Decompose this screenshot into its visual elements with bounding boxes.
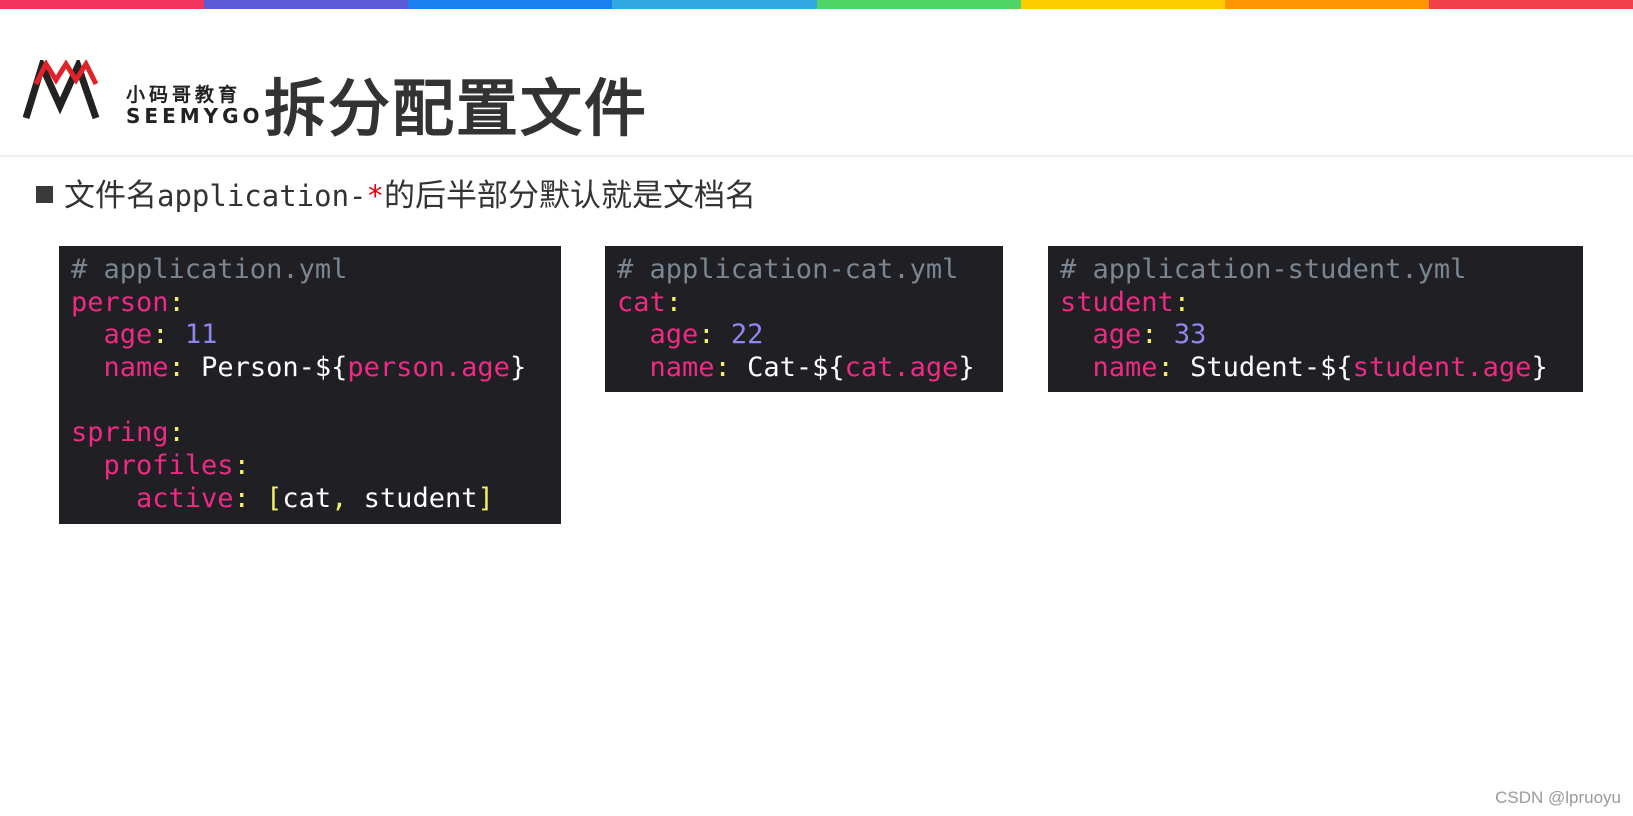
code-line: student:: [1060, 287, 1583, 320]
code-colon: :: [1141, 319, 1158, 351]
stripe-segment: [0, 0, 205, 9]
code-key: student: [1060, 286, 1174, 318]
code-variable: cat.age: [844, 352, 959, 384]
code-key: person: [71, 286, 169, 318]
code-colon: :: [1157, 352, 1174, 384]
code-line: active: [cat, student]: [71, 483, 561, 516]
code-comment: # application-cat.yml: [617, 254, 959, 285]
stripe-segment: [1224, 0, 1429, 9]
code-key: name: [1092, 352, 1158, 384]
stripe-segment: [408, 0, 613, 9]
code-colon: :: [233, 482, 250, 514]
code-key: age: [103, 319, 153, 351]
code-line: name: Person-${person.age}: [71, 352, 561, 385]
bullet-code: application-: [157, 179, 367, 213]
page-title: 拆分配置文件: [264, 72, 649, 145]
code-colon: :: [665, 286, 683, 318]
code-comment-line: # application-cat.yml: [617, 254, 1003, 287]
code-key: name: [103, 352, 169, 384]
logo-chinese-text: 小码哥教育: [126, 84, 242, 106]
code-line: person:: [71, 287, 561, 320]
logo-english-text: SEEMYGO: [126, 104, 264, 128]
code-string: Person-${: [184, 352, 348, 384]
code-comment: # application-student.yml: [1060, 254, 1467, 285]
stripe-segment: [1428, 0, 1633, 9]
code-string: Student-${: [1173, 352, 1353, 384]
code-comment: # application.yml: [71, 254, 348, 285]
code-key: spring: [71, 417, 169, 449]
code-block-application-cat-yml: # application-cat.yml cat: age: 22 name: …: [605, 246, 1003, 392]
watermark: CSDN @lpruoyu: [1495, 788, 1621, 807]
stripe-segment: [1020, 0, 1225, 9]
code-line: cat:: [617, 287, 1003, 320]
code-line: name: Cat-${cat.age}: [617, 352, 1003, 385]
code-list-item: cat: [282, 482, 332, 514]
code-string: Cat-${: [730, 352, 845, 384]
code-string: }: [958, 352, 975, 384]
header-divider: [0, 155, 1633, 157]
stripe-segment: [612, 0, 817, 9]
code-comment-line: # application-student.yml: [1060, 254, 1583, 287]
code-bracket: [: [266, 482, 283, 514]
seemygo-logo: 小码哥教育 SEEMYGO: [22, 60, 260, 128]
code-string: }: [509, 352, 527, 384]
code-colon: :: [714, 352, 731, 384]
code-key: age: [1092, 319, 1142, 351]
code-key: name: [649, 352, 715, 384]
code-bracket: ]: [477, 482, 494, 514]
code-colon: :: [1173, 286, 1191, 318]
code-colon: :: [152, 319, 169, 351]
code-colon: :: [168, 352, 185, 384]
code-variable: person.age: [347, 352, 510, 384]
bullet-prefix: 文件名: [64, 178, 157, 214]
code-key: active: [136, 482, 234, 514]
code-key: profiles: [103, 450, 234, 482]
code-block-application-yml: # application.yml person: age: 11 name: P…: [59, 246, 561, 524]
code-block-application-student-yml: # application-student.yml student: age: 3…: [1048, 246, 1583, 392]
code-variable: student.age: [1352, 352, 1532, 384]
code-string: }: [1531, 352, 1548, 384]
code-comma: ,: [331, 482, 364, 514]
code-comment-line: # application.yml: [71, 254, 561, 287]
bullet-text: 文件名application-*的后半部分默认就是文档名: [64, 176, 756, 216]
stripe-segment: [204, 0, 409, 9]
code-number: 22: [730, 319, 764, 351]
code-line: age: 11: [71, 319, 561, 352]
code-key: cat: [617, 286, 666, 318]
code-colon: :: [233, 450, 250, 482]
logo-mark-icon: [22, 60, 100, 120]
top-color-stripe: [0, 0, 1633, 9]
code-list-item: student: [363, 482, 478, 514]
bullet-star: *: [366, 179, 384, 213]
code-line: profiles:: [71, 450, 561, 483]
code-number: 11: [184, 319, 218, 351]
code-number: 33: [1173, 319, 1207, 351]
code-line: age: 22: [617, 319, 1003, 352]
code-colon: :: [698, 319, 715, 351]
bullet-square-icon: [36, 186, 53, 203]
code-colon: :: [168, 286, 185, 318]
stripe-segment: [816, 0, 1021, 9]
code-key: age: [649, 319, 699, 351]
code-line: spring:: [71, 417, 561, 450]
bullet-suffix: 的后半部分默认就是文档名: [383, 178, 756, 214]
code-line: name: Student-${student.age}: [1060, 352, 1583, 385]
code-line: age: 33: [1060, 319, 1583, 352]
code-colon: :: [168, 417, 185, 449]
